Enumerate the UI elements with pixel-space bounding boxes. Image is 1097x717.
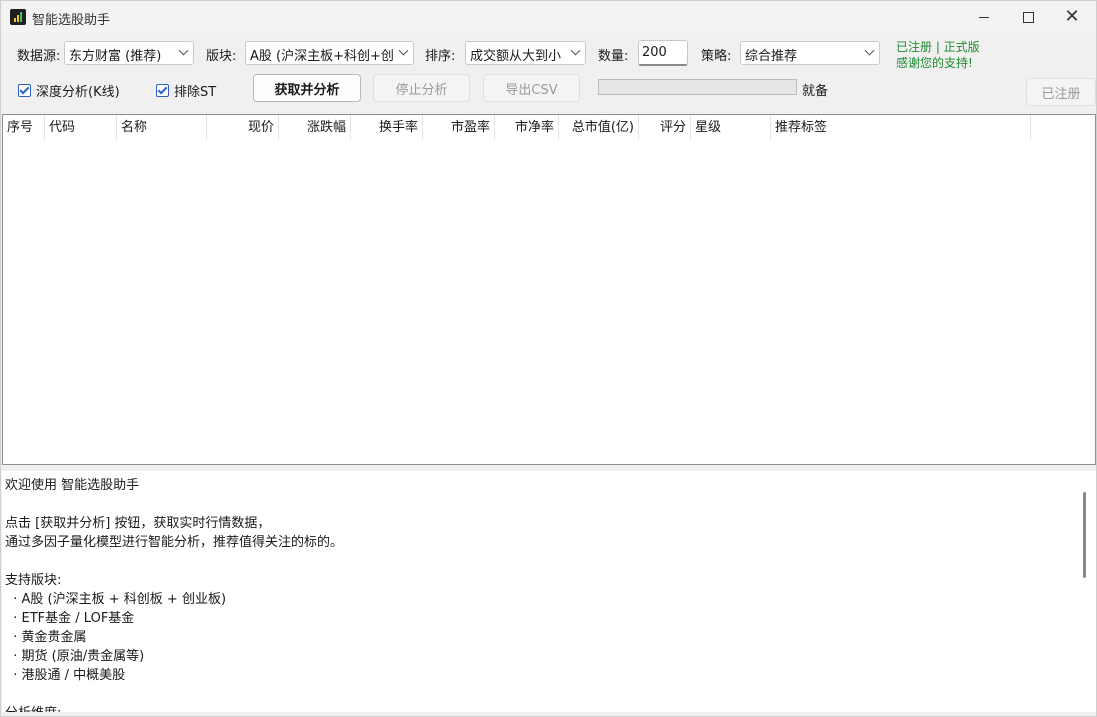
sector-select[interactable]: A股 (沪深主板+科创+创 — [245, 41, 414, 65]
column-header[interactable]: 换手率 — [351, 115, 423, 140]
progress-bar — [598, 79, 797, 95]
column-header[interactable]: 市盈率 — [423, 115, 495, 140]
source-label: 数据源: — [17, 49, 61, 64]
app-logo-icon — [10, 9, 26, 25]
table-header: 序号 代码 名称 现价 涨跌幅 换手率 市盈率 市净率 总市值(亿) 评分 星级 推荐标签 — [3, 115, 1095, 140]
title-bar: 智能选股助手 ✕ — [1, 1, 1096, 33]
column-header[interactable]: 代码 — [45, 115, 117, 140]
count-input[interactable]: 200 — [638, 40, 688, 66]
maximize-button[interactable] — [1005, 1, 1051, 33]
source-select[interactable]: 东方财富 (推荐) — [64, 41, 194, 65]
count-label: 数量: — [598, 49, 629, 64]
minimize-icon — [979, 16, 989, 18]
exclude-st-checkbox[interactable]: 排除ST — [156, 81, 216, 100]
log-line: 分析维度: — [5, 704, 343, 712]
log-line: 通过多因子量化模型进行智能分析，推荐值得关注的标的。 — [5, 535, 344, 550]
registration-status: 已注册 | 正式版 — [896, 40, 980, 54]
sort-select-value: 成交额从大到小 — [470, 49, 562, 64]
exclude-st-label: 排除ST — [174, 85, 217, 100]
chevron-down-icon — [178, 45, 189, 56]
checkbox-checked-icon — [156, 84, 169, 97]
log-line: 欢迎使用 智能选股助手 — [5, 478, 140, 493]
checkbox-checked-icon — [18, 84, 31, 97]
log-line: 点击 [获取并分析] 按钮，获取实时行情数据， — [5, 516, 271, 531]
registered-button[interactable]: 已注册 — [1026, 78, 1096, 106]
chevron-down-icon — [398, 45, 409, 56]
log-text: 欢迎使用 智能选股助手 点击 [获取并分析] 按钮，获取实时行情数据， 通过多因子… — [5, 476, 343, 712]
chevron-down-icon — [864, 45, 875, 56]
column-header[interactable]: 序号 — [3, 115, 45, 140]
column-header[interactable]: 现价 — [207, 115, 279, 140]
chevron-down-icon — [570, 45, 581, 56]
stop-analysis-button[interactable]: 停止分析 — [373, 74, 470, 102]
column-header[interactable]: 市净率 — [495, 115, 559, 140]
log-line: · 港股通 / 中概美股 — [5, 668, 126, 683]
minimize-button[interactable] — [961, 1, 1007, 33]
count-input-value: 200 — [642, 45, 667, 60]
column-header[interactable]: 星级 — [691, 115, 771, 140]
column-header[interactable]: 总市值(亿) — [559, 115, 639, 140]
strategy-label: 策略: — [701, 49, 732, 64]
sector-label: 版块: — [206, 49, 237, 64]
log-line: · 期货 (原油/贵金属等) — [5, 649, 145, 664]
sort-label: 排序: — [425, 49, 456, 64]
strategy-select[interactable]: 综合推荐 — [740, 41, 880, 65]
log-line: 支持版块: — [5, 573, 62, 588]
column-header[interactable]: 评分 — [639, 115, 691, 140]
strategy-select-value: 综合推荐 — [745, 49, 798, 64]
window-title: 智能选股助手 — [32, 13, 111, 28]
fetch-analyze-button[interactable]: 获取并分析 — [253, 74, 361, 102]
log-line: · 黄金贵金属 — [5, 630, 87, 645]
export-csv-button[interactable]: 导出CSV — [483, 74, 580, 102]
status-text: 就备 — [802, 84, 829, 99]
registration-thanks: 感谢您的支持! — [896, 56, 973, 70]
log-line: · A股 (沪深主板 + 科创板 + 创业板) — [5, 592, 227, 607]
column-header[interactable]: 推荐标签 — [771, 115, 1031, 140]
source-select-value: 东方财富 (推荐) — [69, 49, 162, 64]
close-icon: ✕ — [1064, 6, 1080, 27]
deep-analysis-label: 深度分析(K线) — [36, 85, 120, 100]
close-button[interactable]: ✕ — [1049, 1, 1095, 33]
deep-analysis-checkbox[interactable]: 深度分析(K线) — [18, 81, 120, 100]
scrollbar-thumb[interactable] — [1083, 492, 1086, 578]
column-header[interactable]: 涨跌幅 — [279, 115, 351, 140]
maximize-icon — [1022, 11, 1034, 23]
sector-select-value: A股 (沪深主板+科创+创 — [250, 49, 394, 64]
sort-select[interactable]: 成交额从大到小 — [465, 41, 586, 65]
log-scrollbar[interactable] — [1079, 476, 1089, 712]
column-header[interactable]: 名称 — [117, 115, 207, 140]
log-panel[interactable]: 欢迎使用 智能选股助手 点击 [获取并分析] 按钮，获取实时行情数据， 通过多因子… — [2, 471, 1096, 712]
app-window: 智能选股助手 ✕ 数据源: 东方财富 (推荐) 版块: A股 (沪深主板+科创+… — [0, 0, 1097, 717]
stock-table[interactable]: 序号 代码 名称 现价 涨跌幅 换手率 市盈率 市净率 总市值(亿) 评分 星级 推荐标签 — [2, 114, 1096, 465]
log-line: · ETF基金 / LOF基金 — [5, 611, 135, 626]
